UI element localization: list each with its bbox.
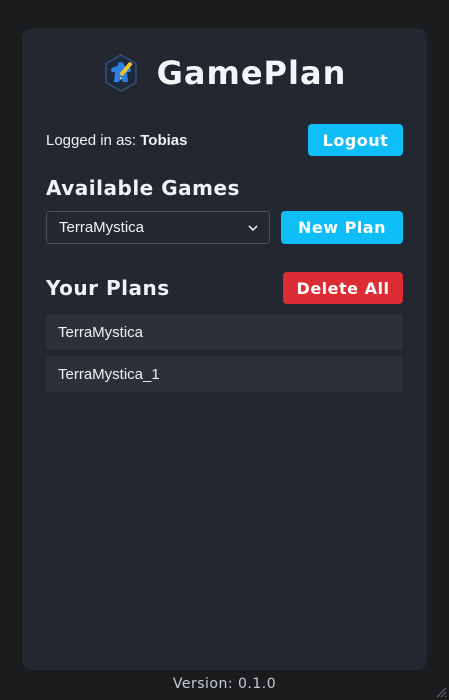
main-panel: GamePlan Logged in as: Tobias Logout Ava… [22, 28, 427, 670]
game-select[interactable]: TerraMystica [46, 211, 270, 244]
plan-item[interactable]: TerraMystica_1 [46, 356, 403, 392]
plan-item[interactable]: TerraMystica [46, 314, 403, 350]
games-row: TerraMystica New Plan [46, 211, 403, 244]
version-label: Version: 0.1.0 [172, 676, 277, 692]
delete-all-button[interactable]: Delete All [283, 272, 403, 304]
plan-list: TerraMystica TerraMystica_1 [46, 314, 403, 398]
your-plans-title: Your Plans [46, 276, 170, 300]
username: Tobias [140, 131, 188, 149]
login-prefix: Logged in as: [46, 131, 141, 149]
game-select-value: TerraMystica [59, 219, 145, 236]
resize-grip-icon[interactable] [435, 686, 447, 698]
chevron-down-icon [247, 222, 259, 234]
app-title: GamePlan [156, 54, 347, 92]
app-header: GamePlan [22, 50, 427, 96]
meeple-hexagon-icon [103, 53, 139, 93]
available-games-title: Available Games [46, 176, 240, 200]
new-plan-button[interactable]: New Plan [281, 211, 403, 244]
plans-header-row: Your Plans Delete All [46, 272, 403, 304]
login-row: Logged in as: Tobias Logout [46, 124, 403, 156]
login-status: Logged in as: Tobias [46, 132, 187, 149]
logout-button[interactable]: Logout [308, 124, 403, 156]
